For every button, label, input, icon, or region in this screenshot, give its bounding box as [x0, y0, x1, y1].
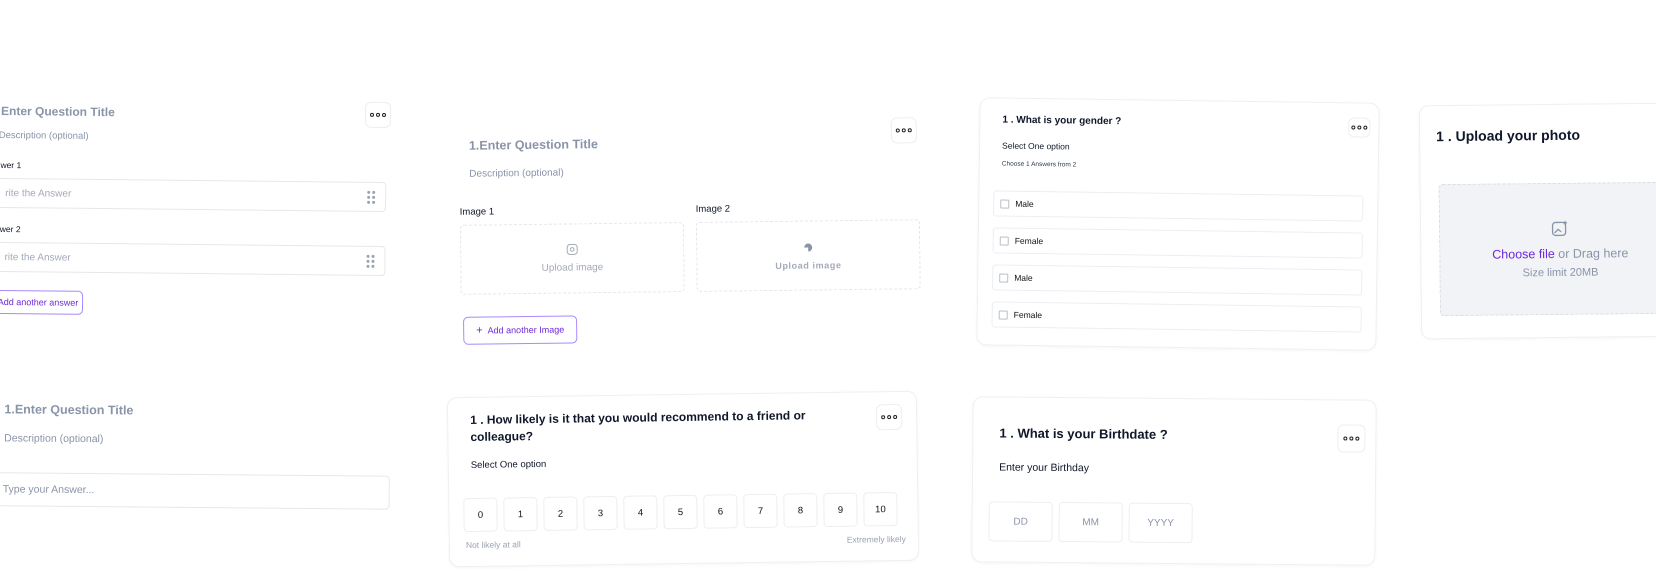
answer-1-label: wer 1 [0, 159, 22, 171]
question-title[interactable]: Enter Question Title [1, 104, 115, 119]
drag-handle-icon[interactable] [367, 190, 376, 204]
question-title: 1 . What is your gender ? [1002, 114, 1122, 128]
image-upload-icon [1551, 219, 1569, 240]
answer-2-input[interactable]: rite the Answer [0, 241, 386, 276]
question-title[interactable]: 1.Enter Question Title [4, 402, 133, 417]
answer-input[interactable]: Type your Answer... [0, 472, 390, 510]
image-upload-icon [566, 243, 578, 258]
drop-zone-text: Choose file or Drag here [1492, 246, 1628, 261]
add-image-label: Add another Image [487, 324, 565, 336]
checkbox-icon[interactable] [1000, 199, 1010, 209]
image-1-upload-text: Upload image [541, 262, 604, 274]
card-birthdate: 1 . What is your Birthdate ? Enter your … [971, 396, 1377, 566]
answer-placeholder: Type your Answer... [2, 483, 95, 497]
high-label: Extremely likely [846, 533, 906, 545]
add-answer-button[interactable]: Add another answer [0, 289, 84, 315]
answer-1-input[interactable]: rite the Answer [0, 177, 387, 213]
nps-option[interactable]: 4 [623, 495, 658, 530]
more-options-button[interactable] [875, 403, 903, 431]
option-label: Male [1015, 198, 1034, 209]
nps-option[interactable]: 9 [823, 492, 858, 528]
question-subtitle: Enter your Birthday [999, 461, 1090, 475]
day-input[interactable]: DD [988, 501, 1053, 542]
checkbox-icon[interactable] [998, 310, 1008, 320]
card-short-answer: 1.Enter Question Title Description (opti… [0, 394, 393, 527]
question-title: 1 . How likely is it that you would reco… [470, 408, 806, 444]
drag-here-text: or Drag here [1554, 245, 1629, 261]
option-row[interactable]: Male [992, 264, 1363, 296]
more-options-button[interactable] [890, 117, 917, 144]
add-image-button[interactable]: + Add another Image [463, 315, 578, 345]
option-label: Male [1014, 272, 1033, 283]
option-label: Female [1013, 309, 1043, 321]
question-title: 1 . What is your Birthdate ? [999, 425, 1168, 442]
more-options-button[interactable] [364, 101, 392, 129]
answer-2-placeholder: rite the Answer [4, 251, 71, 264]
card-text-question: Enter Question Title Description (option… [0, 94, 392, 328]
question-description[interactable]: Description (optional) [469, 168, 564, 180]
selection-hint: Choose 1 Answers from 2 [1001, 160, 1077, 169]
choose-file-link[interactable]: Choose file [1492, 246, 1555, 261]
question-subtitle: Select One option [1002, 140, 1070, 152]
image-2-upload-area[interactable]: Upload image [695, 219, 921, 292]
card-image-question: 1.Enter Question Title Description (opti… [451, 109, 930, 355]
question-description[interactable]: Description (optional) [0, 130, 89, 142]
option-row[interactable]: Male [993, 190, 1364, 222]
option-row[interactable]: Female [991, 301, 1362, 333]
question-subtitle: Select One option [470, 458, 547, 471]
answer-2-label: wer 2 [0, 223, 21, 235]
option-label: Female [1014, 235, 1044, 247]
card-nps: 1 . How likely is it that you would reco… [446, 390, 920, 568]
checkbox-icon[interactable] [999, 236, 1009, 246]
question-title[interactable]: 1.Enter Question Title [469, 137, 598, 153]
nps-option[interactable]: 0 [463, 497, 498, 533]
nps-option[interactable]: 8 [783, 493, 818, 528]
month-input[interactable]: MM [1058, 501, 1123, 543]
image-1-upload-area[interactable]: Upload image [459, 222, 685, 295]
nps-option[interactable]: 3 [583, 495, 618, 531]
question-description[interactable]: Description (optional) [4, 432, 103, 445]
more-options-button[interactable] [1348, 117, 1371, 138]
nps-option[interactable]: 5 [663, 494, 698, 530]
image-upload-icon [802, 241, 814, 256]
question-title: 1 . Upload your photo [1436, 126, 1581, 145]
more-options-button[interactable] [1337, 424, 1366, 453]
checkbox-icon[interactable] [999, 273, 1009, 283]
image-2-upload-text: Upload image [775, 259, 842, 271]
low-label: Not likely at all [465, 539, 521, 551]
nps-option[interactable]: 2 [543, 496, 578, 531]
file-drop-zone[interactable]: Choose file or Drag here Size limit 20MB [1438, 181, 1656, 317]
drag-handle-icon[interactable] [366, 254, 375, 268]
size-limit-text: Size limit 20MB [1522, 266, 1599, 279]
nps-option[interactable]: 6 [703, 494, 738, 529]
image-1-label: Image 1 [459, 206, 495, 218]
nps-option[interactable]: 7 [743, 493, 778, 529]
card-upload-photo: 1 . Upload your photo Choose file or Dra… [1418, 102, 1656, 340]
answer-1-placeholder: rite the Answer [5, 187, 72, 200]
plus-icon: + [476, 324, 483, 337]
year-input[interactable]: YYYY [1128, 502, 1193, 544]
image-2-label: Image 2 [695, 203, 731, 215]
option-row[interactable]: Female [992, 227, 1363, 259]
nps-option[interactable]: 10 [863, 492, 898, 527]
card-gender: 1 . What is your gender ? Select One opt… [976, 97, 1380, 351]
nps-option[interactable]: 1 [503, 497, 538, 532]
